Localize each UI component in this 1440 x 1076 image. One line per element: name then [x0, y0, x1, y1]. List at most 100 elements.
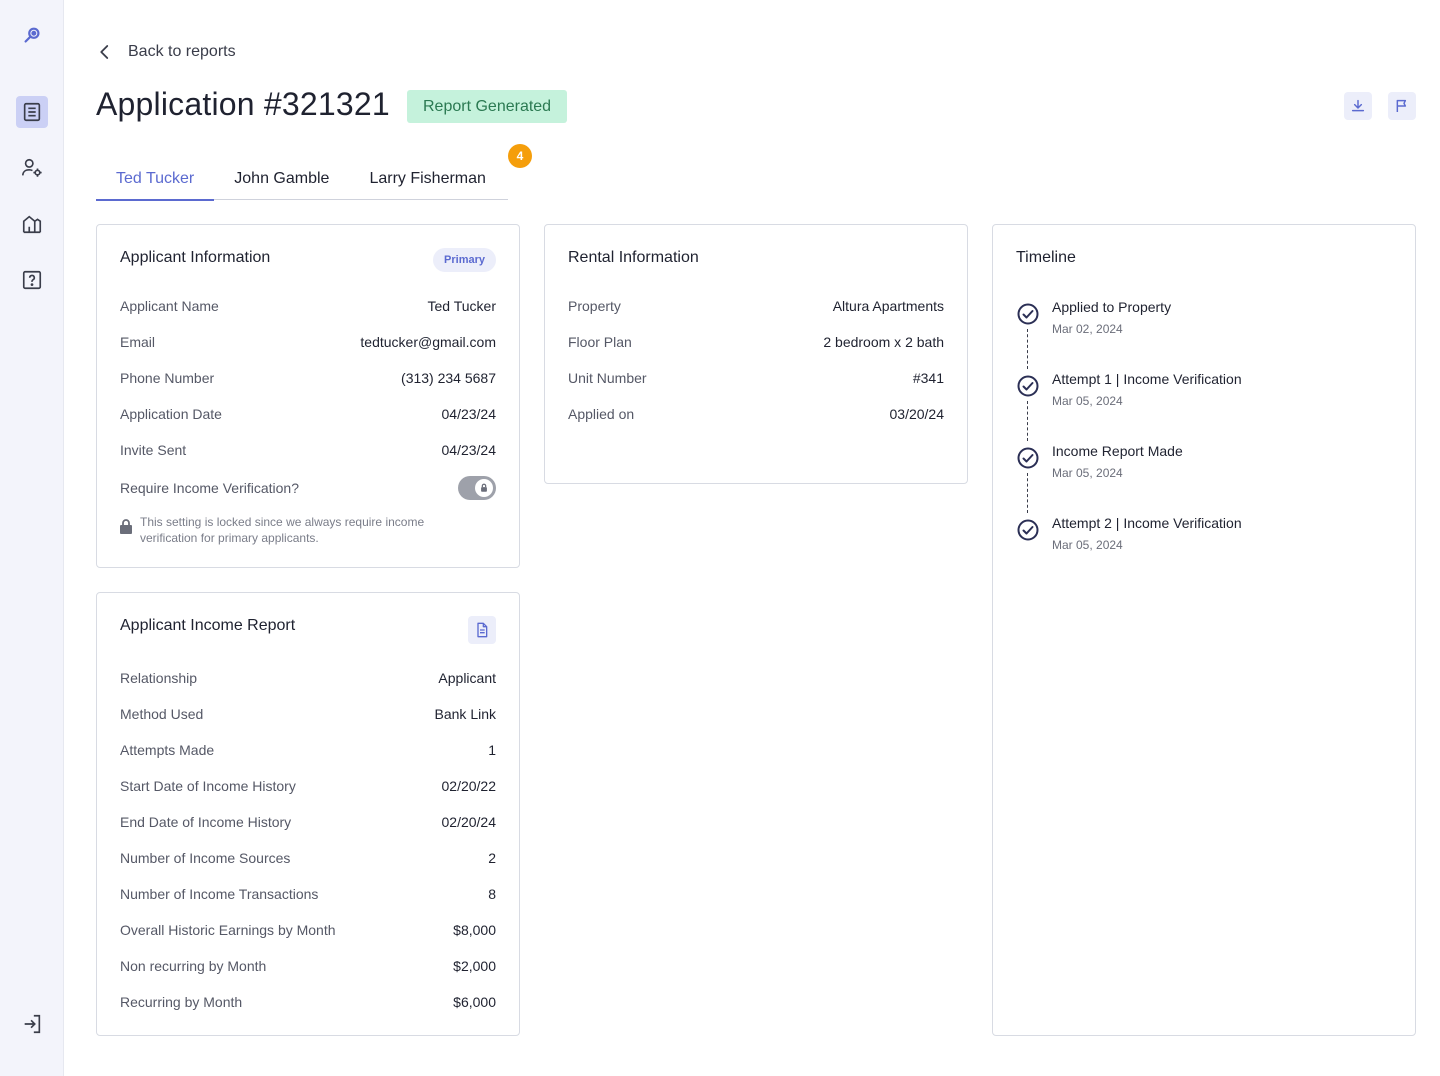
income-row: Attempts Made 1 [120, 740, 496, 760]
row-value: 02/20/24 [441, 814, 497, 830]
row-label: Method Used [120, 706, 204, 722]
toggle-row: Require Income Verification? [120, 478, 449, 498]
row-value: 8 [488, 886, 496, 902]
timeline-item-title: Attempt 1 | Income Verification [1052, 371, 1242, 387]
check-circle-icon [1017, 519, 1039, 541]
reports-icon[interactable] [16, 96, 48, 128]
row-label: Phone Number [120, 370, 215, 386]
tab-count-badge: 4 [508, 144, 532, 168]
row-value: #341 [912, 370, 944, 386]
lock-note: This setting is locked since we always r… [120, 514, 459, 546]
rental-row: Property Altura Apartments [568, 296, 944, 316]
logo-icon[interactable] [16, 20, 48, 52]
help-icon[interactable] [16, 264, 48, 296]
logout-icon[interactable] [16, 1008, 48, 1040]
flag-button[interactable] [1388, 92, 1416, 120]
row-value: $6,000 [453, 994, 496, 1010]
timeline-item-title: Applied to Property [1052, 299, 1172, 315]
row-label: Applied on [568, 406, 635, 422]
row-value: 04/23/24 [441, 406, 497, 422]
row-label: Floor Plan [568, 334, 632, 350]
download-button[interactable] [1344, 92, 1372, 120]
timeline-item-date: Mar 02, 2024 [1052, 322, 1123, 336]
info-row: Phone Number (313) 234 5687 [120, 368, 496, 388]
info-row: Email tedtucker@gmail.com [120, 332, 496, 352]
timeline-item: Attempt 1 | Income Verification Mar 05, … [1016, 371, 1392, 415]
rental-information-card: Rental Information Property Altura Apart… [544, 224, 968, 484]
tab-ted-tucker[interactable]: Ted Tucker [96, 158, 215, 201]
income-row: Non recurring by Month $2,000 [120, 956, 496, 976]
info-row: Applicant Name Ted Tucker [120, 296, 496, 316]
document-icon [477, 622, 488, 638]
applicant-tabs: Ted Tucker John Gamble Larry Fisherman [96, 158, 508, 201]
flag-icon [1396, 99, 1407, 112]
row-value: 04/23/24 [441, 442, 497, 458]
timeline-item-date: Mar 05, 2024 [1052, 538, 1123, 552]
card-title: Timeline [1016, 249, 1076, 266]
timeline-item: Applied to Property Mar 02, 2024 [1016, 299, 1392, 343]
rental-row: Applied on 03/20/24 [568, 404, 944, 424]
row-value: (313) 234 5687 [401, 370, 496, 386]
info-row: Application Date 04/23/24 [120, 404, 496, 424]
income-row: Relationship Applicant [120, 668, 496, 688]
row-label: Email [120, 334, 156, 350]
income-row: Method Used Bank Link [120, 704, 496, 724]
row-value: $2,000 [453, 958, 496, 974]
row-value: 03/20/24 [889, 406, 945, 422]
info-row: Invite Sent 04/23/24 [120, 440, 496, 460]
applicant-information-card: Applicant Information Primary Applicant … [96, 224, 520, 568]
card-title: Applicant Income Report [120, 617, 296, 634]
user-settings-icon[interactable] [16, 152, 48, 184]
income-row: Overall Historic Earnings by Month $8,00… [120, 920, 496, 940]
row-value: tedtucker@gmail.com [360, 334, 496, 350]
income-report-card: Applicant Income Report Relationship App… [96, 592, 520, 1036]
row-label: Start Date of Income History [120, 778, 296, 794]
row-label: Application Date [120, 406, 222, 422]
row-label: Applicant Name [120, 298, 219, 314]
row-value: 2 [488, 850, 496, 866]
timeline-item-title: Income Report Made [1052, 443, 1183, 459]
row-label: Invite Sent [120, 442, 187, 458]
row-label: Overall Historic Earnings by Month [120, 922, 336, 938]
timeline-item-date: Mar 05, 2024 [1052, 466, 1123, 480]
tab-john-gamble[interactable]: John Gamble [214, 158, 349, 200]
row-label: Non recurring by Month [120, 958, 267, 974]
lock-icon [475, 479, 493, 497]
back-to-reports-link[interactable]: Back to reports [96, 38, 236, 66]
row-value: $8,000 [453, 922, 496, 938]
row-label: Attempts Made [120, 742, 215, 758]
page-title: Application #321321 [96, 86, 390, 122]
row-label: End Date of Income History [120, 814, 292, 830]
row-label: Number of Income Transactions [120, 886, 319, 902]
row-value: Applicant [438, 670, 496, 686]
toggle-label: Require Income Verification? [120, 480, 299, 496]
primary-badge: Primary [433, 248, 496, 272]
check-circle-icon [1017, 447, 1039, 469]
chevron-left-icon [100, 45, 109, 59]
lock-icon [120, 519, 132, 534]
rental-row: Unit Number #341 [568, 368, 944, 388]
row-value: 2 bedroom x 2 bath [823, 334, 944, 350]
timeline-item: Attempt 2 | Income Verification Mar 05, … [1016, 515, 1392, 559]
timeline-item: Income Report Made Mar 05, 2024 [1016, 443, 1392, 487]
row-value: Bank Link [434, 706, 496, 722]
tab-larry-fisherman[interactable]: Larry Fisherman [349, 158, 505, 200]
income-row: Number of Income Sources 2 [120, 848, 496, 868]
download-icon [1351, 99, 1365, 112]
card-title: Applicant Information [120, 249, 271, 266]
check-circle-icon [1017, 375, 1039, 397]
view-report-button[interactable] [468, 616, 496, 644]
row-value: 02/20/22 [441, 778, 497, 794]
row-label: Property [568, 298, 621, 314]
row-value: 1 [488, 742, 496, 758]
row-value: Altura Apartments [832, 298, 944, 314]
properties-icon[interactable] [16, 208, 48, 240]
status-badge: Report Generated [407, 90, 568, 123]
row-value: Ted Tucker [427, 298, 496, 314]
income-row: Number of Income Transactions 8 [120, 884, 496, 904]
income-row: Recurring by Month $6,000 [120, 992, 496, 1012]
income-row: End Date of Income History 02/20/24 [120, 812, 496, 832]
sidebar [0, 0, 64, 1076]
timeline-item-date: Mar 05, 2024 [1052, 394, 1123, 408]
require-income-verification-toggle[interactable] [458, 476, 496, 500]
